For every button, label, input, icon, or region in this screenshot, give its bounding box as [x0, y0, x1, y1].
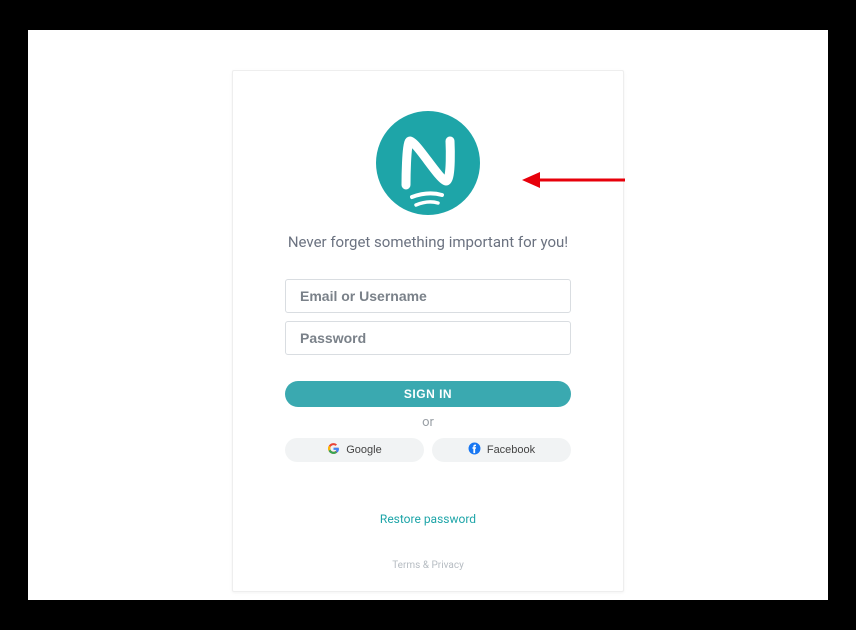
tagline: Never forget something important for you…: [288, 233, 568, 251]
divider-text: or: [422, 415, 434, 430]
page-wrapper: Never forget something important for you…: [28, 30, 828, 600]
login-card: Never forget something important for you…: [232, 70, 624, 592]
google-signin-button[interactable]: Google: [285, 438, 424, 462]
terms-privacy-link[interactable]: Terms & Privacy: [392, 560, 464, 571]
restore-password-link[interactable]: Restore password: [380, 512, 476, 526]
facebook-icon: [468, 442, 481, 458]
brand-logo: [376, 111, 480, 215]
password-field[interactable]: [285, 321, 571, 355]
facebook-label: Facebook: [487, 444, 535, 456]
signin-button[interactable]: SIGN IN: [285, 381, 571, 407]
google-icon: [327, 442, 340, 458]
logo-icon: [376, 111, 480, 215]
social-row: Google Facebook: [285, 438, 571, 462]
facebook-signin-button[interactable]: Facebook: [432, 438, 571, 462]
email-field[interactable]: [285, 279, 571, 313]
google-label: Google: [346, 444, 381, 456]
